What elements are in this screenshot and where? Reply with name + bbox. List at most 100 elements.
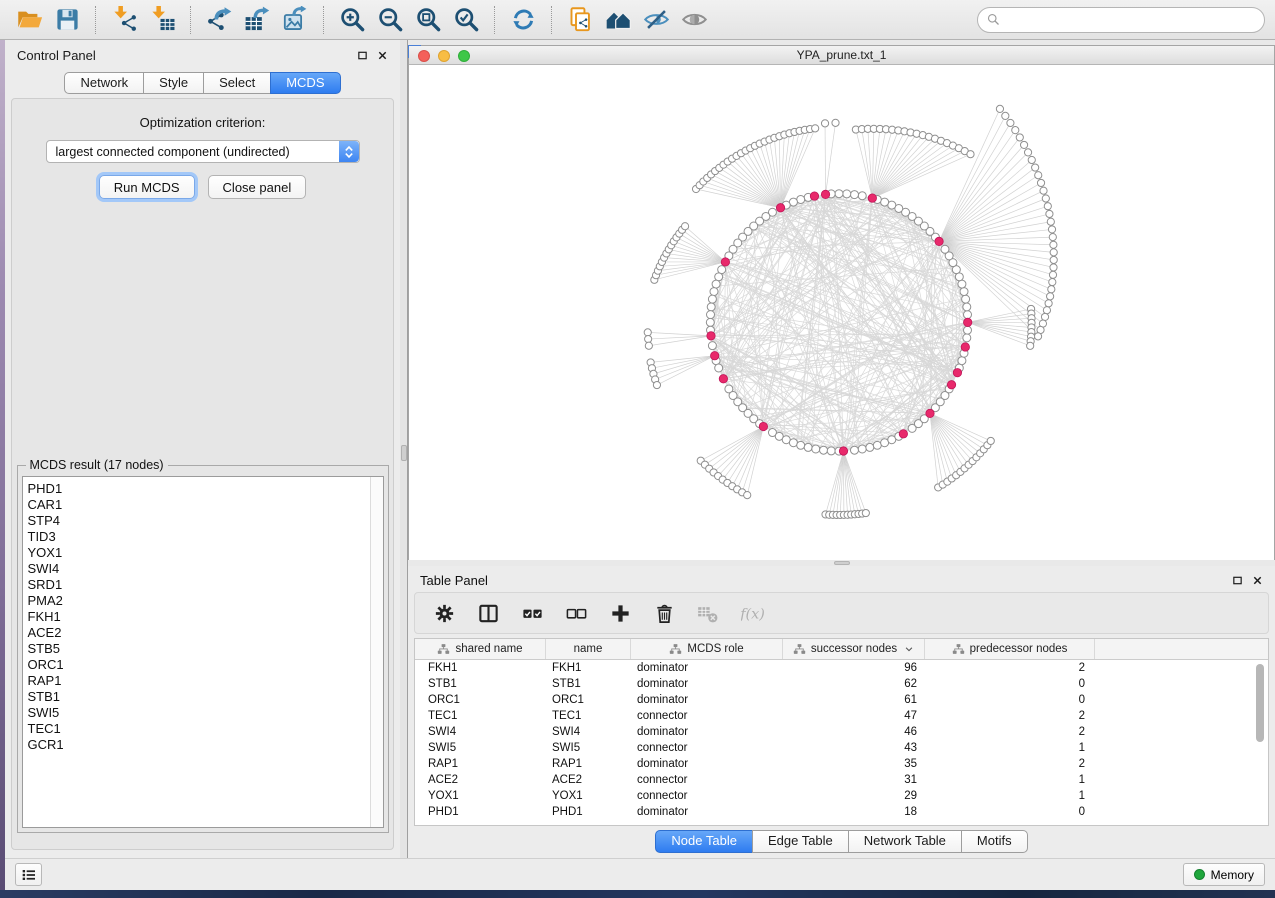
show-details-button[interactable] <box>675 4 713 36</box>
result-list-item[interactable]: SWI5 <box>28 705 370 721</box>
run-mcds-button[interactable]: Run MCDS <box>99 175 195 199</box>
window-close-icon[interactable] <box>418 50 430 62</box>
task-history-button[interactable] <box>15 863 42 886</box>
close-panel-icon[interactable] <box>1252 575 1263 586</box>
column-header-predecessor-nodes[interactable]: predecessor nodes <box>925 639 1095 659</box>
tab-style[interactable]: Style <box>143 72 204 94</box>
table-row[interactable]: YOX1YOX1connector291 <box>415 788 1268 804</box>
zoom-in-button[interactable] <box>333 4 371 36</box>
cell-shared-name: SWI5 <box>415 742 546 754</box>
optimization-criterion-select[interactable]: largest connected component (undirected) <box>46 140 360 163</box>
result-list-scrollbar[interactable] <box>370 477 383 827</box>
result-list-item[interactable]: STB5 <box>28 641 370 657</box>
result-list-item[interactable]: PHD1 <box>28 481 370 497</box>
table-scrollbar[interactable] <box>1254 662 1266 823</box>
table-settings-button[interactable] <box>427 597 461 629</box>
float-panel-icon[interactable] <box>357 50 368 61</box>
cell-successor-nodes: 43 <box>783 742 925 754</box>
network-canvas[interactable] <box>409 65 1274 561</box>
tab-node-table[interactable]: Node Table <box>655 830 753 853</box>
tab-network-table[interactable]: Network Table <box>848 830 962 853</box>
control-panel-title: Control Panel <box>17 48 96 63</box>
share-document-button[interactable] <box>561 4 599 36</box>
select-all-rows-icon <box>521 602 544 625</box>
result-list-item[interactable]: YOX1 <box>28 545 370 561</box>
search-input[interactable] <box>1006 13 1256 27</box>
function-builder-icon: f(x) <box>741 602 764 625</box>
tab-select[interactable]: Select <box>203 72 271 94</box>
zoom-out-button[interactable] <box>371 4 409 36</box>
table-row[interactable]: ORC1ORC1dominator610 <box>415 692 1268 708</box>
column-header-shared-name[interactable]: shared name <box>415 639 546 659</box>
table-row[interactable]: SWI5SWI5connector431 <box>415 740 1268 756</box>
export-network-button[interactable] <box>200 4 238 36</box>
hide-details-button[interactable] <box>637 4 675 36</box>
refresh-layout-button[interactable] <box>504 4 542 36</box>
network-nodes[interactable] <box>644 105 1057 518</box>
cell-mcds-role: dominator <box>631 758 783 770</box>
cell-mcds-role: connector <box>631 774 783 786</box>
splitter-grip[interactable] <box>834 561 850 565</box>
network-graph[interactable] <box>409 65 1274 561</box>
tab-motifs[interactable]: Motifs <box>961 830 1028 853</box>
result-list-item[interactable]: ORC1 <box>28 657 370 673</box>
select-all-rows-button[interactable] <box>515 597 549 629</box>
result-list-item[interactable]: TEC1 <box>28 721 370 737</box>
result-list-item[interactable]: SWI4 <box>28 561 370 577</box>
table-row[interactable]: TEC1TEC1connector472 <box>415 708 1268 724</box>
column-header-successor-nodes[interactable]: successor nodes <box>783 639 925 659</box>
delete-column-button[interactable] <box>647 597 681 629</box>
close-panel-icon[interactable] <box>377 50 388 61</box>
window-maximize-icon[interactable] <box>458 50 470 62</box>
memory-button[interactable]: Memory <box>1183 863 1265 886</box>
result-list-item[interactable]: CAR1 <box>28 497 370 513</box>
split-columns-button[interactable] <box>471 597 505 629</box>
search-icon <box>986 12 1001 27</box>
tab-edge-table[interactable]: Edge Table <box>752 830 849 853</box>
table-row[interactable]: STB1STB1dominator620 <box>415 676 1268 692</box>
add-column-button[interactable] <box>603 597 637 629</box>
tab-mcds[interactable]: MCDS <box>270 72 340 94</box>
table-row[interactable]: ACE2ACE2connector311 <box>415 772 1268 788</box>
close-panel-button[interactable]: Close panel <box>208 175 307 199</box>
network-view-titlebar[interactable]: YPA_prune.txt_1 <box>409 46 1274 65</box>
export-image-button[interactable] <box>276 4 314 36</box>
table-tabbar: Node TableEdge TableNetwork TableMotifs <box>408 830 1275 853</box>
table-row[interactable]: RAP1RAP1dominator352 <box>415 756 1268 772</box>
result-list-item[interactable]: TID3 <box>28 529 370 545</box>
horizontal-splitter[interactable] <box>408 560 1275 566</box>
cell-predecessor-nodes: 2 <box>925 710 1095 722</box>
open-folder-button[interactable] <box>10 4 48 36</box>
deselect-all-rows-button[interactable] <box>559 597 593 629</box>
result-list-item[interactable]: STP4 <box>28 513 370 529</box>
network-overview-button[interactable] <box>599 4 637 36</box>
column-header-MCDS-role[interactable]: MCDS role <box>631 639 783 659</box>
table-row[interactable]: FKH1FKH1dominator962 <box>415 660 1268 676</box>
memory-status-icon <box>1194 869 1205 880</box>
column-header-name[interactable]: name <box>546 639 631 659</box>
zoom-fit-button[interactable] <box>409 4 447 36</box>
export-table-button[interactable] <box>238 4 276 36</box>
window-minimize-icon[interactable] <box>438 50 450 62</box>
table-row[interactable]: SWI4SWI4dominator462 <box>415 724 1268 740</box>
result-list-item[interactable]: GCR1 <box>28 737 370 753</box>
result-list-item[interactable]: ACE2 <box>28 625 370 641</box>
float-panel-icon[interactable] <box>1232 575 1243 586</box>
result-list-item[interactable]: PMA2 <box>28 593 370 609</box>
import-network-button[interactable] <box>105 4 143 36</box>
search-box[interactable] <box>977 7 1265 33</box>
cell-name: FKH1 <box>546 662 631 674</box>
table-row[interactable]: PHD1PHD1dominator180 <box>415 804 1268 820</box>
import-table-button[interactable] <box>143 4 181 36</box>
result-list-item[interactable]: SRD1 <box>28 577 370 593</box>
splitter-grip[interactable] <box>401 445 407 461</box>
save-button[interactable] <box>48 4 86 36</box>
mcds-result-list[interactable]: PHD1CAR1STP4TID3YOX1SWI4SRD1PMA2FKH1ACE2… <box>23 477 370 827</box>
tab-network[interactable]: Network <box>64 72 144 94</box>
result-list-item[interactable]: RAP1 <box>28 673 370 689</box>
result-list-item[interactable]: FKH1 <box>28 609 370 625</box>
result-list-item[interactable]: STB1 <box>28 689 370 705</box>
scrollbar-thumb[interactable] <box>1256 664 1264 742</box>
vertical-splitter[interactable] <box>400 40 408 858</box>
zoom-selected-button[interactable] <box>447 4 485 36</box>
